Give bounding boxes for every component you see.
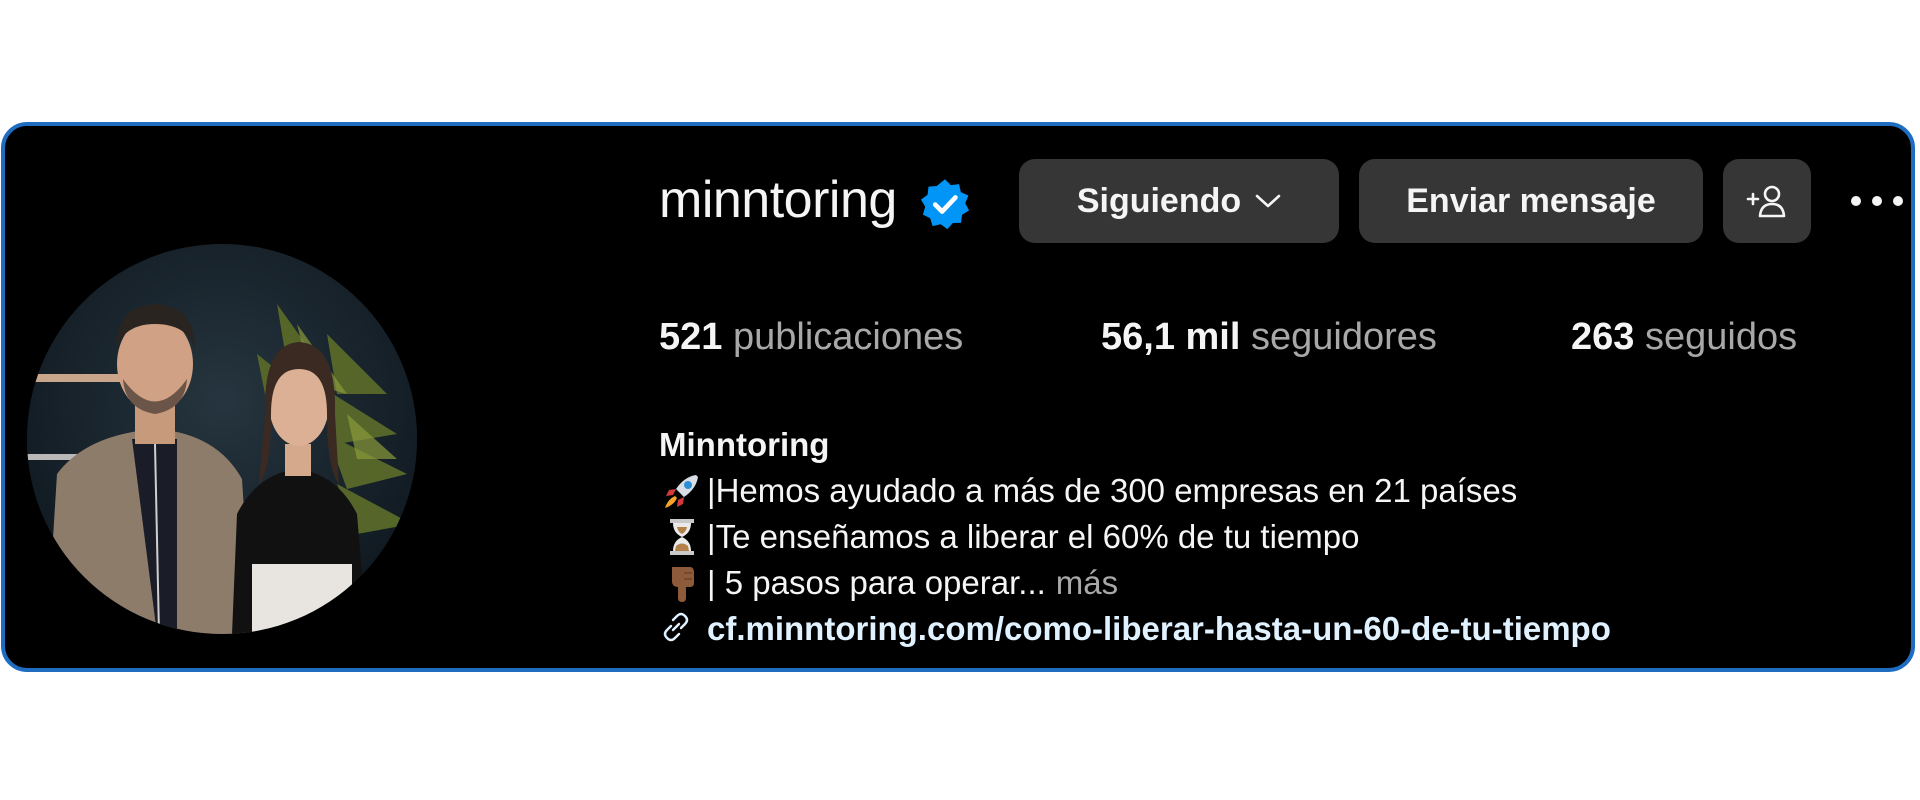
send-message-button[interactable]: Enviar mensaje [1359,159,1703,243]
send-message-label: Enviar mensaje [1406,181,1656,220]
bio-line: | 5 pasos para operar... más [659,560,1611,606]
following-button[interactable]: Siguiendo [1019,159,1339,243]
pointing-down-emoji [659,560,705,606]
username: minntoring [659,171,897,229]
bio-link[interactable]: cf.minntoring.com/como-liberar-hasta-un-… [659,606,1611,652]
suggested-users-button[interactable] [1723,159,1811,243]
more-options-button[interactable] [1847,178,1907,224]
more-options-icon [1851,196,1903,206]
bio-line: |Te enseñamos a liberar el 60% de tu tie… [659,514,1611,560]
more-link[interactable]: más [1056,560,1118,606]
stat-following[interactable]: 263 seguidos [1571,316,1797,359]
bio-link-text[interactable]: cf.minntoring.com/como-liberar-hasta-un-… [707,606,1611,652]
bio-line-text: |Te enseñamos a liberar el 60% de tu tie… [707,518,1360,555]
link-icon [659,610,697,648]
bio: Minntoring |Hemos ayudado a más de 300 e… [659,422,1611,652]
stat-posts: 521 publicaciones [659,316,963,359]
following-label: seguidos [1644,316,1798,358]
followers-label: seguidores [1250,316,1437,358]
followers-count: 56,1 mil [1101,316,1241,358]
posts-count: 521 [659,316,723,358]
profile-header: minntoring Siguiendo Enviar mensaje 521 … [1,122,1915,672]
stat-followers[interactable]: 56,1 mil seguidores [1101,316,1437,359]
bio-line-text: |Hemos ayudado a más de 300 empresas en … [707,472,1518,509]
rocket-emoji [659,468,705,514]
bio-line-text: | 5 pasos para operar... [707,564,1046,601]
add-person-icon [1746,185,1786,218]
bio-name: Minntoring [659,426,830,463]
following-button-label: Siguiendo [1076,181,1242,220]
bio-line: |Hemos ayudado a más de 300 empresas en … [659,468,1611,514]
following-count: 263 [1571,316,1635,358]
verified-badge-icon [920,179,970,230]
chevron-down-icon [1255,193,1281,209]
hourglass-emoji [659,514,705,560]
posts-label: publicaciones [732,316,964,358]
avatar[interactable] [27,244,417,634]
